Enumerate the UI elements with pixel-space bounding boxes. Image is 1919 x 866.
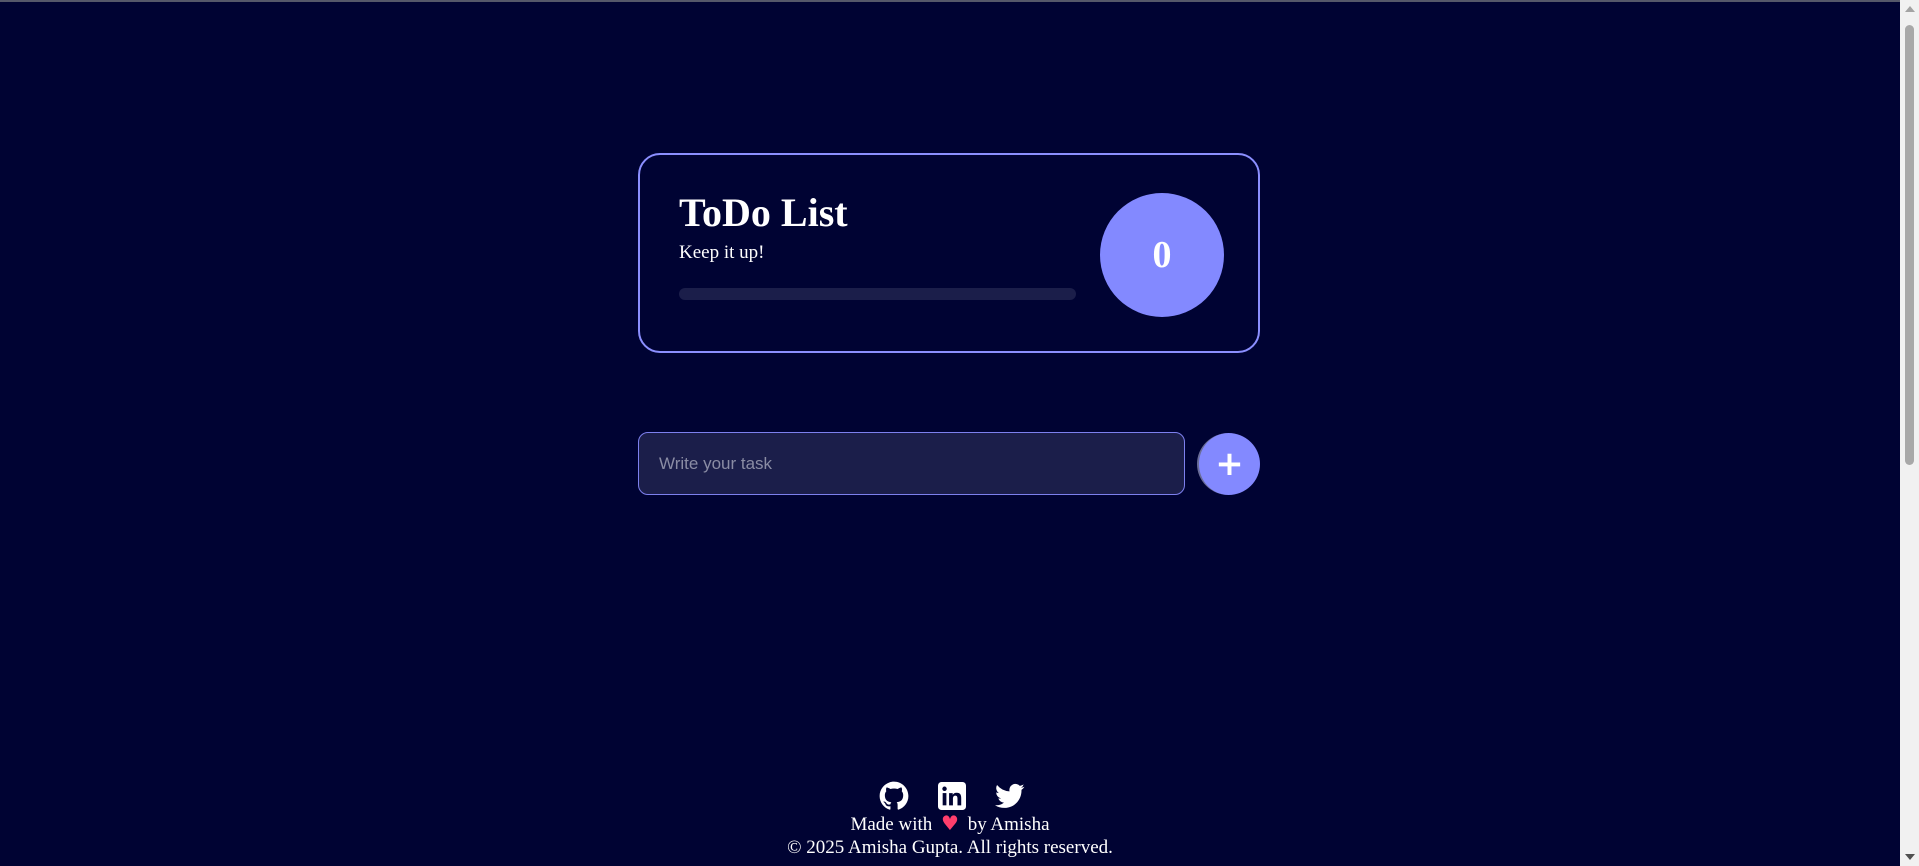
add-task-button[interactable]: + — [1197, 433, 1260, 495]
made-with-suffix: by Amisha — [967, 814, 1050, 835]
scroll-down-arrow-icon[interactable] — [1905, 854, 1915, 860]
made-with-line: Made with ♥ by Amisha — [0, 812, 1900, 836]
vertical-scrollbar[interactable] — [1900, 0, 1919, 866]
progress-bar — [679, 288, 1076, 300]
task-count-badge: 0 — [1100, 193, 1224, 317]
github-link[interactable] — [879, 781, 909, 811]
linkedin-icon — [937, 782, 966, 810]
window-top-border — [0, 0, 1900, 2]
social-links — [3, 780, 1900, 812]
task-count: 0 — [1152, 234, 1172, 276]
stats-card: ToDo List Keep it up! 0 — [638, 153, 1260, 353]
github-icon — [879, 781, 908, 810]
add-task-form: + — [638, 432, 1260, 496]
subtitle: Keep it up! — [679, 242, 765, 263]
scroll-up-arrow-icon[interactable] — [1905, 6, 1915, 12]
copyright: © 2025 Amisha Gupta. All rights reserved… — [787, 837, 1113, 858]
linkedin-link[interactable] — [937, 781, 967, 811]
twitter-link[interactable] — [994, 781, 1025, 811]
twitter-icon — [994, 783, 1024, 808]
footer: Made with ♥ by Amisha © 2025 Amisha Gupt… — [0, 780, 1900, 859]
task-input[interactable] — [638, 432, 1185, 495]
made-with-prefix: Made with — [850, 814, 933, 835]
plus-icon: + — [1215, 444, 1244, 484]
scroll-thumb[interactable] — [1905, 25, 1914, 465]
heart-icon: ♥ — [941, 811, 959, 835]
page-title: ToDo List — [679, 190, 848, 235]
